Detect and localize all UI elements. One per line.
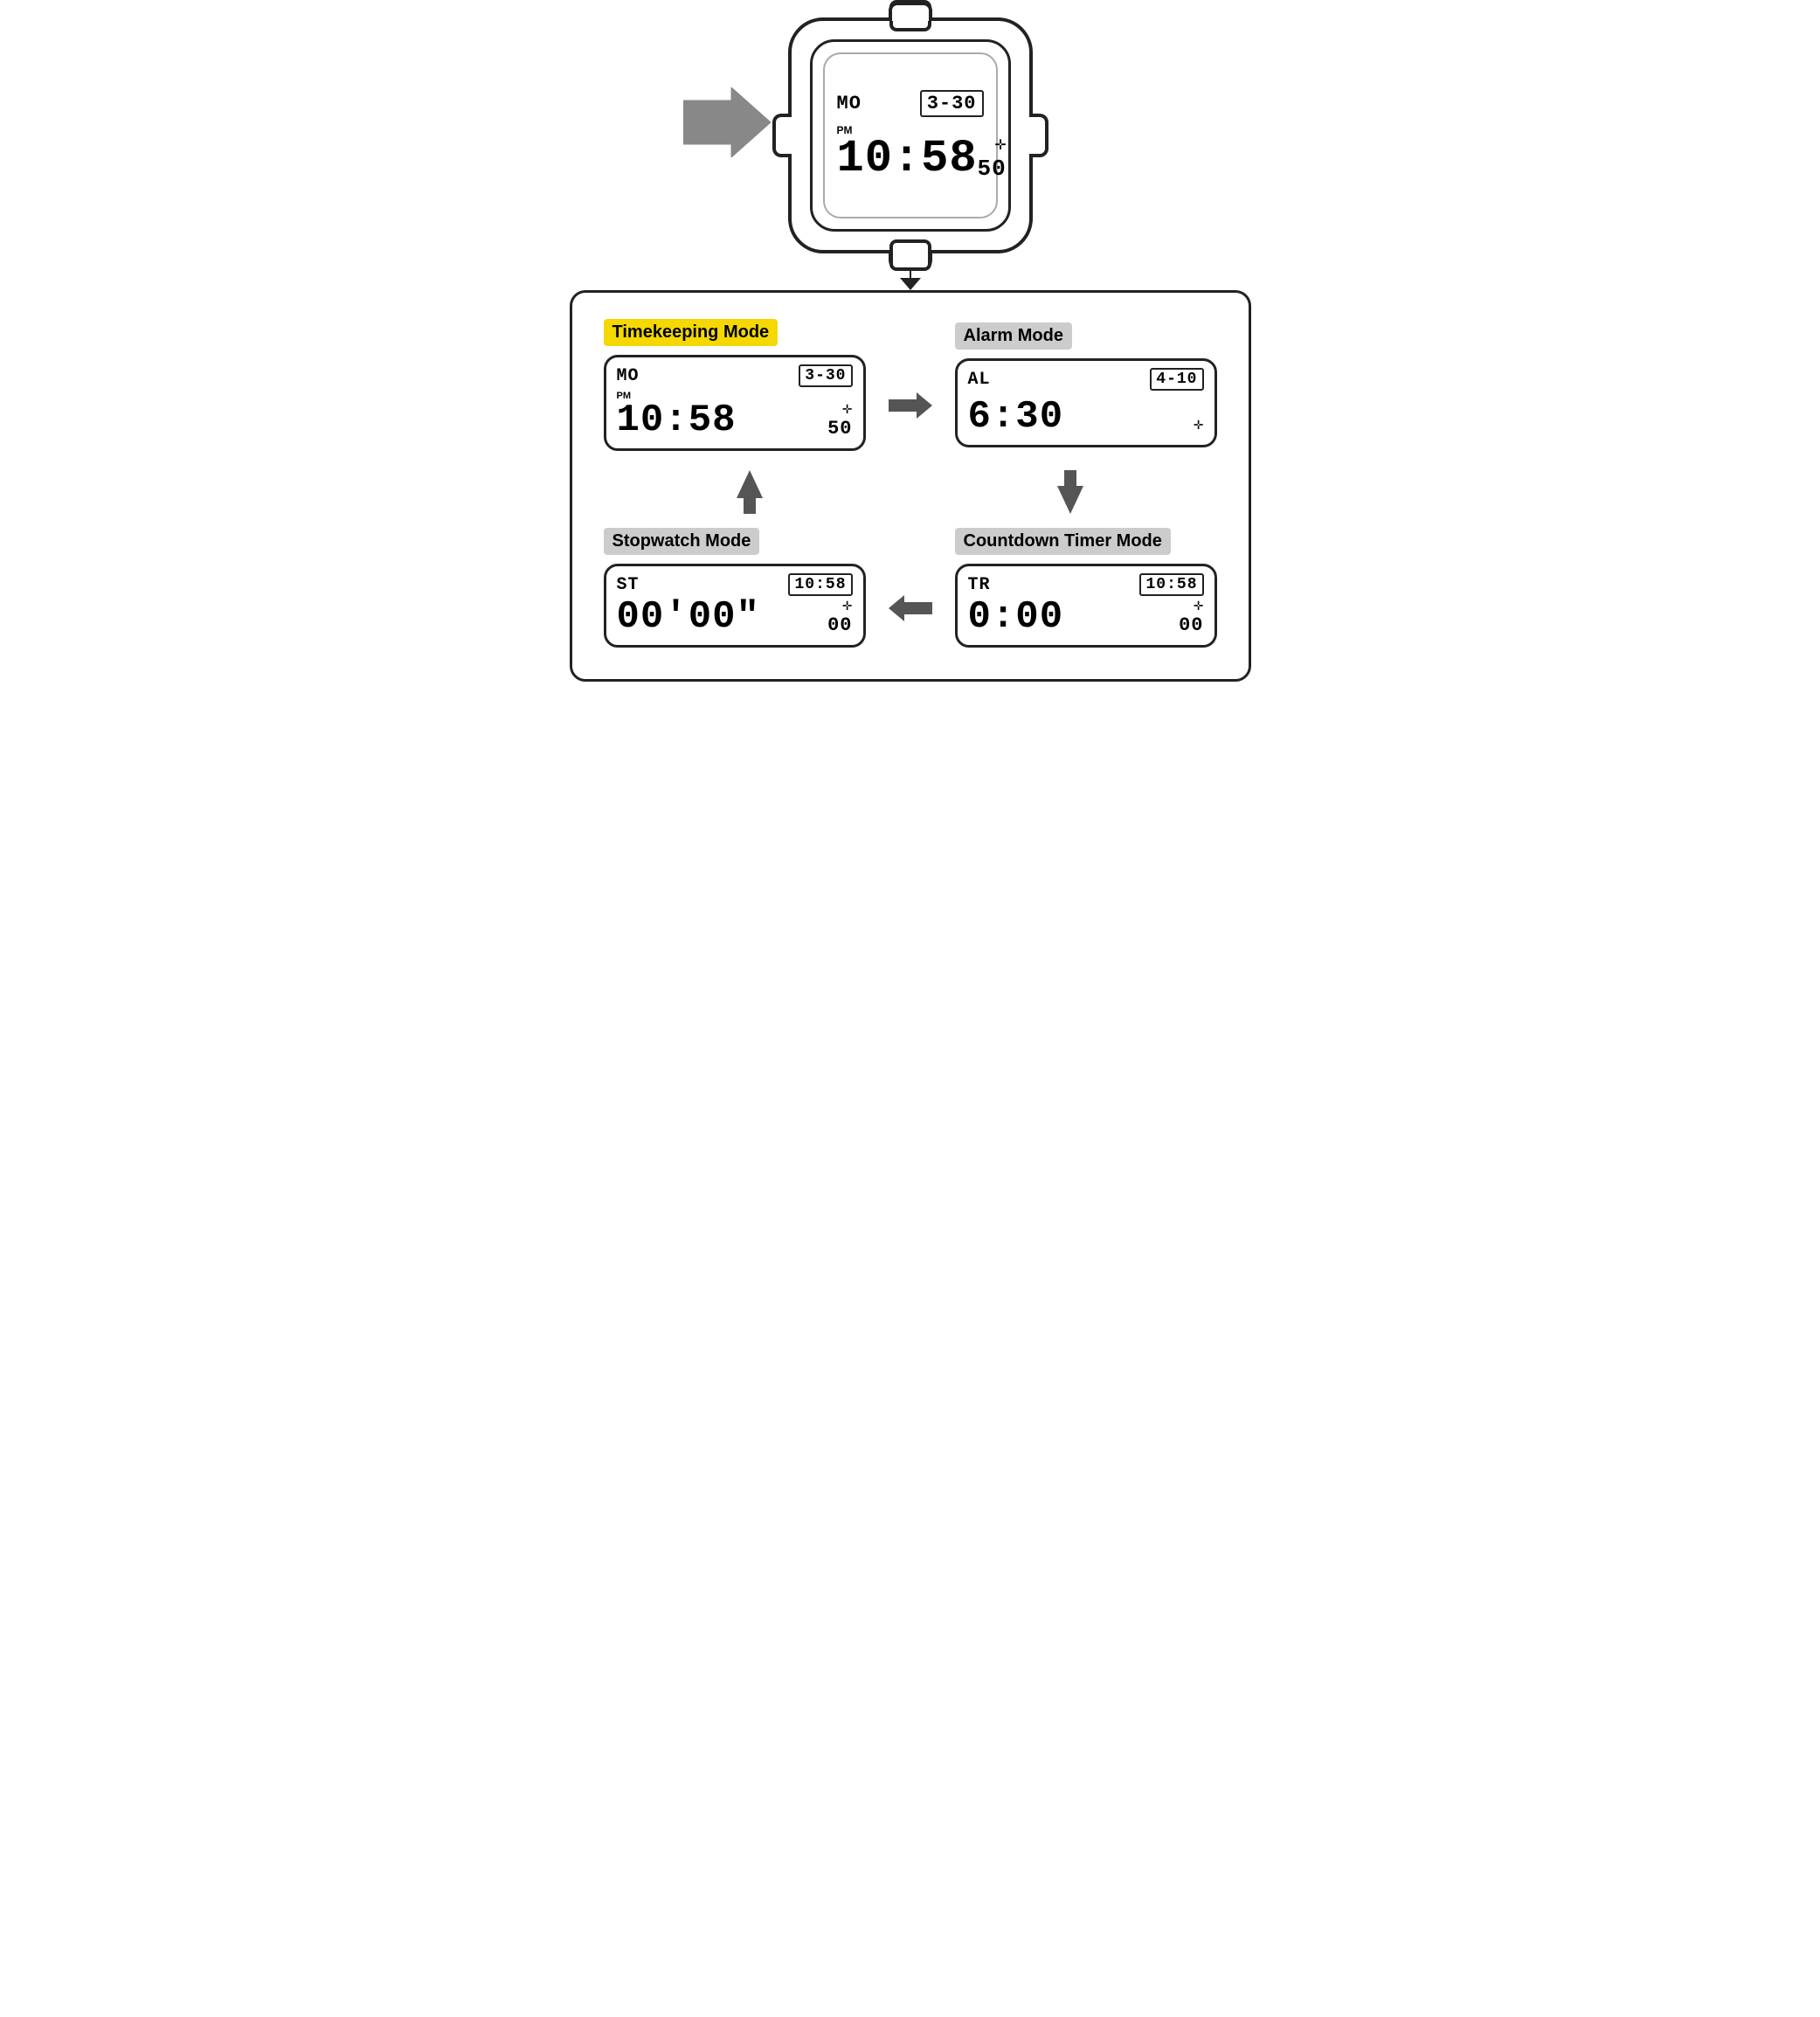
al-date: 4-10 [1150, 368, 1203, 391]
st-mode-code: ST [617, 575, 640, 595]
timekeeping-display: MO 3-30 PM 10:58 ✛ 50 [604, 355, 866, 451]
st-compass: ✛ [842, 599, 853, 613]
st-time: 00'00" [617, 598, 760, 636]
watch-right-lug [1029, 114, 1048, 157]
watch-main-time: 10:58 [837, 136, 978, 182]
alarm-label: Alarm Mode [955, 322, 1072, 350]
timekeeping-label: Timekeeping Mode [604, 319, 779, 346]
cd-seconds: 00 [1179, 614, 1203, 636]
arrow-down-cell [910, 470, 1231, 514]
up-arrow-icon [737, 470, 763, 514]
countdown-label: Countdown Timer Mode [955, 528, 1171, 555]
timekeeping-mode-cell: Timekeeping Mode MO 3-30 PM 10:58 ✛ 50 [590, 310, 880, 465]
watch-inner-bezel: MO 3-30 PM 10:58 ✛ 50 [810, 39, 1011, 232]
watch-left-lug [772, 114, 792, 157]
cd-mode-code: TR [968, 575, 991, 595]
arrow-up-cell [590, 470, 910, 514]
watch-display: MO 3-30 PM 10:58 ✛ 50 [823, 52, 998, 218]
stopwatch-display: ST 10:58 00'00" ✛ 00 [604, 564, 866, 648]
top-mode-row: Timekeeping Mode MO 3-30 PM 10:58 ✛ 50 [590, 310, 1231, 465]
watch-main-row: 10:58 ✛ 50 [837, 136, 984, 182]
gray-arrow-icon [683, 87, 771, 162]
arrow-right-timekeeping-alarm [880, 392, 941, 419]
left-arrow-icon [889, 595, 932, 621]
cd-time: 0:00 [968, 598, 1064, 636]
alarm-display: AL 4-10 6:30 ✛ [955, 358, 1217, 447]
countdown-mode-cell: Countdown Timer Mode TR 10:58 0:00 ✛ 00 [941, 519, 1231, 662]
st-seconds: 00 [827, 614, 852, 636]
tk-date: 3-30 [799, 364, 852, 387]
arrow-left-countdown-stopwatch [880, 595, 941, 621]
tk-time: 10:58 [617, 401, 737, 440]
tk-compass: ✛ [842, 402, 853, 417]
right-arrow-icon [889, 392, 932, 419]
watch-top-row: MO 3-30 [837, 90, 984, 117]
pointer-triangle [900, 278, 921, 290]
watch-mode-code: MO [837, 93, 862, 114]
tk-mode-code: MO [617, 366, 640, 386]
al-mode-code: AL [968, 370, 991, 390]
watch-bottom-lug [889, 250, 932, 269]
al-compass: ✛ [1194, 418, 1204, 433]
watch-seconds: 50 [978, 156, 1007, 182]
top-watch-area: MO 3-30 PM 10:58 ✛ 50 [788, 17, 1033, 290]
tk-seconds: 50 [827, 418, 852, 440]
stopwatch-mode-cell: Stopwatch Mode ST 10:58 00'00" ✛ 00 [590, 519, 880, 662]
down-arrow-icon [1057, 470, 1083, 514]
middle-arrows-row [590, 470, 1231, 514]
countdown-display: TR 10:58 0:00 ✛ 00 [955, 564, 1217, 648]
cd-date: 10:58 [1139, 573, 1203, 596]
stopwatch-label: Stopwatch Mode [604, 528, 760, 555]
watch-outer: MO 3-30 PM 10:58 ✛ 50 [788, 17, 1033, 253]
cd-compass: ✛ [1194, 599, 1204, 613]
bottom-mode-row: Stopwatch Mode ST 10:58 00'00" ✛ 00 [590, 519, 1231, 662]
watch-right-col: ✛ 50 [978, 136, 1007, 182]
page-container: MO 3-30 PM 10:58 ✛ 50 [570, 17, 1251, 682]
watch-top-lug [889, 2, 932, 21]
watch-date: 3-30 [920, 90, 984, 117]
alarm-mode-cell: Alarm Mode AL 4-10 6:30 ✛ [941, 314, 1231, 461]
st-date: 10:58 [788, 573, 852, 596]
al-time: 6:30 [968, 398, 1064, 436]
mode-grid-wrapper: Timekeeping Mode MO 3-30 PM 10:58 ✛ 50 [570, 290, 1251, 682]
watch-compass-top: ✛ [994, 136, 1006, 154]
